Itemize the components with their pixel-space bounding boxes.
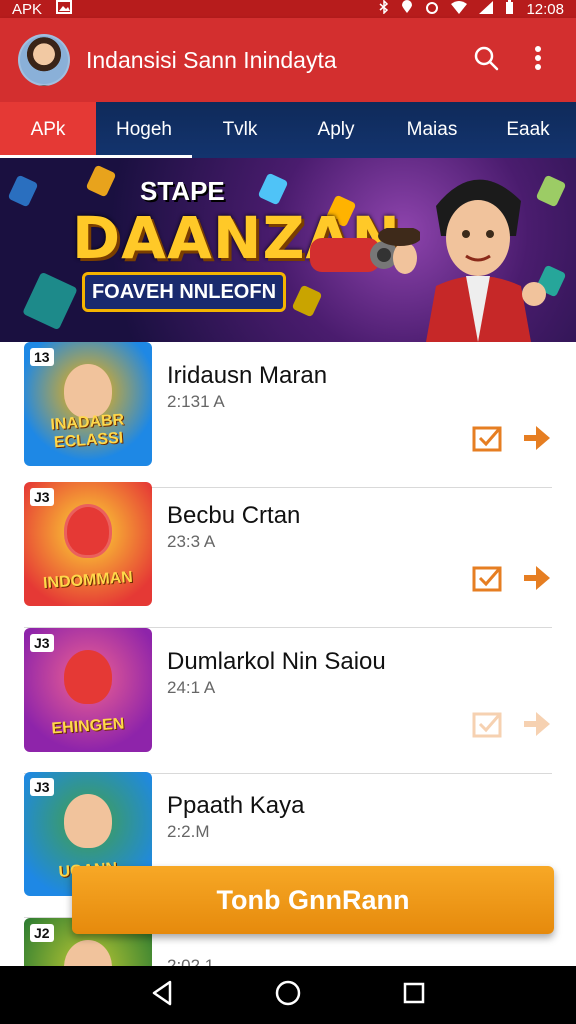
character-face: [64, 940, 112, 966]
tab-maias[interactable]: Maias: [384, 102, 480, 158]
thumbnail-caption: INDOMMAN: [42, 568, 134, 593]
back-button[interactable]: [150, 980, 174, 1011]
rank-badge: J2: [30, 924, 54, 942]
avatar[interactable]: [18, 34, 70, 86]
app-name: Becbu Crtan: [167, 502, 301, 529]
toy-gun-illustration: [310, 228, 420, 274]
recents-square-icon: [402, 982, 426, 1009]
overflow-menu-button[interactable]: [518, 40, 558, 80]
rank-badge: J3: [30, 634, 54, 652]
tab-eaak[interactable]: Eaak: [480, 102, 576, 158]
search-button[interactable]: [466, 40, 506, 80]
arrow-right-icon[interactable]: [522, 424, 552, 457]
recents-button[interactable]: [402, 981, 426, 1010]
app-name: Iridausn Maran: [167, 362, 328, 389]
promo-banner[interactable]: STAPE DAANZAN FOAVEH NNLEOFN: [0, 158, 576, 342]
character-face: [64, 364, 112, 418]
app-size: 24:1 A: [167, 678, 216, 697]
signal-icon: [479, 0, 494, 18]
gem-decoration: [85, 164, 117, 198]
tab-aply[interactable]: Aply: [288, 102, 384, 158]
arrow-right-icon[interactable]: [522, 564, 552, 597]
banner-subtitle: FOAVEH NNLEOFN: [82, 272, 286, 312]
back-triangle-icon: [150, 980, 174, 1010]
tab-tvlk[interactable]: Tvlk: [192, 102, 288, 158]
gem-decoration: [7, 174, 39, 208]
rank-badge: 13: [30, 348, 54, 366]
home-circle-icon: [274, 980, 302, 1011]
more-vert-icon: [534, 45, 542, 76]
rank-badge: J3: [30, 488, 54, 506]
app-name: Ppaath Kaya: [167, 792, 305, 819]
item-actions: [472, 564, 552, 597]
app-thumbnail: J3 INDOMMAN: [24, 482, 152, 606]
app-size: 2:2.M: [167, 822, 210, 841]
checkbox-icon[interactable]: [472, 710, 504, 743]
app-title: Indansisi Sann Inindayta: [86, 46, 337, 73]
status-label: APK: [12, 0, 43, 18]
bluetooth-icon: [379, 0, 389, 18]
character-face: [64, 650, 112, 704]
rank-badge: J3: [30, 778, 54, 796]
hero-illustration: [426, 179, 546, 342]
app-size: 2:02.1: [167, 956, 215, 966]
system-nav-bar: [0, 966, 576, 1024]
checkbox-icon[interactable]: [472, 564, 504, 597]
status-bar: APK 12:08: [0, 0, 576, 18]
tab-bar: APk Hogeh Tvlk Aply Maias Eaak: [0, 102, 576, 158]
clock-time: 12:08: [526, 0, 564, 18]
alarm-icon: [425, 0, 439, 18]
arrow-right-icon[interactable]: [522, 710, 552, 743]
item-actions: [472, 710, 552, 743]
gem-decoration: [22, 271, 78, 331]
search-icon: [473, 45, 499, 76]
tab-apk[interactable]: APk: [0, 102, 192, 158]
app-size: 23:3 A: [167, 532, 216, 551]
character-face: [64, 794, 112, 848]
primary-action-button[interactable]: Tonb GnnRann: [72, 866, 554, 934]
thumbnail-caption: EHINGEN: [51, 715, 125, 738]
app-size: 2:131 A: [167, 392, 225, 411]
battery-icon: [505, 0, 514, 18]
gem-decoration: [257, 172, 289, 206]
thumbnail-caption: INADABR ECLASSI: [49, 411, 125, 452]
banner-small-title: STAPE: [140, 176, 225, 206]
tab-hogeh[interactable]: Hogeh: [96, 102, 192, 158]
app-thumbnail: 13 INADABR ECLASSI: [24, 342, 152, 466]
list-item[interactable]: 13 INADABR ECLASSI Iridausn Maran 2:131 …: [24, 342, 552, 488]
location-icon: [401, 0, 413, 18]
character-face: [64, 504, 112, 558]
item-actions: [472, 424, 552, 457]
list-item[interactable]: J3 EHINGEN Dumlarkol Nin Saiou 24:1 A: [24, 628, 552, 774]
checkbox-icon[interactable]: [472, 424, 504, 457]
list-item[interactable]: J3 INDOMMAN Becbu Crtan 23:3 A: [24, 482, 552, 628]
app-bar: Indansisi Sann Inindayta: [0, 18, 576, 102]
image-notification-icon: [56, 0, 73, 18]
home-button[interactable]: [274, 979, 302, 1012]
app-thumbnail: J3 EHINGEN: [24, 628, 152, 752]
wifi-icon: [451, 0, 468, 18]
app-name: Dumlarkol Nin Saiou: [167, 648, 386, 675]
